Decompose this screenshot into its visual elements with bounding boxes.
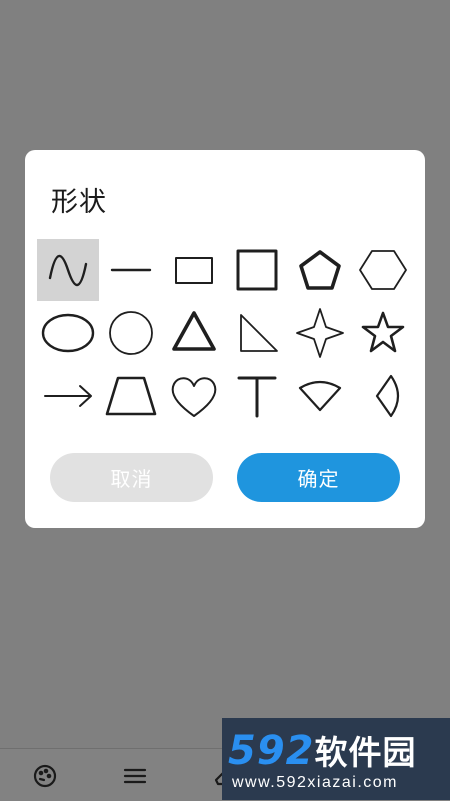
shape-heart[interactable] [163,365,225,427]
shape-arrow[interactable] [37,365,99,427]
shape-hexagon[interactable] [352,239,414,301]
menu-button[interactable] [120,761,150,791]
watermark-logo-text: 软件园 [314,733,417,772]
five-point-star-icon [361,311,405,353]
palette-button[interactable] [30,761,60,791]
shape-line[interactable] [100,239,162,301]
shape-right-triangle[interactable] [226,302,288,364]
watermark-logo: 592软件园 [228,726,417,774]
shape-trapezoid[interactable] [100,365,162,427]
shape-five-point-star[interactable] [352,302,414,364]
arrow-icon [44,385,92,407]
pentagon-icon [299,250,341,290]
t-shape-icon [237,376,277,418]
triangle-icon [172,311,216,351]
cancel-button[interactable]: 取消 [50,453,213,502]
palette-icon [33,764,57,788]
shape-fan-sector[interactable] [289,365,351,427]
rectangle-icon [175,257,213,284]
right-triangle-icon [240,314,278,352]
four-point-star-icon [296,308,344,358]
arc-segment-icon [375,374,400,418]
shape-sine-wave[interactable] [37,239,99,301]
sine-wave-icon [48,254,88,287]
dialog-title: 形状 [51,187,107,218]
watermark-logo-number: 592 [228,728,315,774]
watermark: 592软件园 www.592xiazai.com [222,718,450,800]
trapezoid-icon [105,376,157,416]
shape-t-shape[interactable] [226,365,288,427]
shape-dialog: 形状 取消 确定 [25,150,425,528]
heart-icon [171,377,217,417]
shape-rectangle[interactable] [163,239,225,301]
line-icon [110,268,152,272]
shape-circle[interactable] [100,302,162,364]
circle-icon [109,311,153,355]
fan-sector-icon [298,380,342,412]
shape-four-point-star[interactable] [289,302,351,364]
shape-arc-segment[interactable] [352,365,414,427]
shape-square[interactable] [226,239,288,301]
shape-ellipse[interactable] [37,302,99,364]
shape-triangle[interactable] [163,302,225,364]
menu-icon [123,768,147,784]
ellipse-icon [41,313,95,353]
confirm-button[interactable]: 确定 [237,453,400,502]
hexagon-icon [359,250,407,290]
watermark-url: www.592xiazai.com [232,774,398,791]
shape-pentagon[interactable] [289,239,351,301]
square-icon [236,249,278,291]
